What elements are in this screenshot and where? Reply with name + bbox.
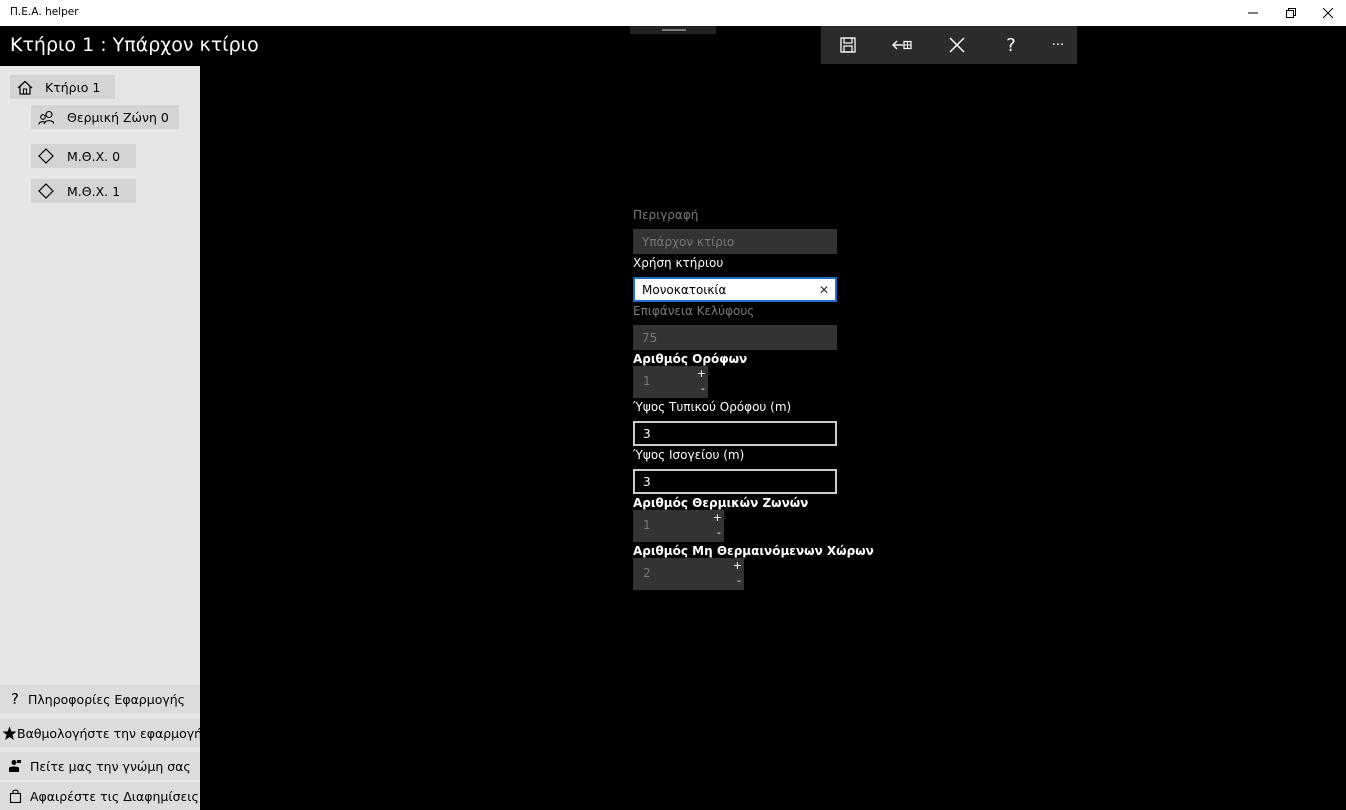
feedback-button[interactable]: Πείτε μας την γνώμη σας [0, 752, 200, 780]
app-info-label: Πληροφορίες Εφαρμογής [28, 691, 186, 707]
drag-handle[interactable] [630, 26, 716, 34]
feedback-label: Πείτε μας την γνώμη σας [30, 758, 191, 774]
floors-decrement-button[interactable]: - [701, 383, 705, 395]
remove-ads-label: Αφαιρέστε τις Διαφημίσεις [30, 788, 199, 804]
tree-item-mthx-1[interactable]: Μ.Θ.Χ. 1 [31, 179, 136, 203]
description-label: Περιγραφή [633, 208, 699, 222]
star-icon [2, 726, 17, 741]
minimize-button[interactable] [1235, 0, 1271, 26]
typical-floor-height-label: Ύψος Τυπικού Ορόφου (m) [633, 400, 792, 414]
question-icon: ? [11, 690, 19, 708]
window-close-button[interactable] [1310, 0, 1346, 26]
save-icon [840, 37, 856, 53]
floors-value: 1 [643, 374, 651, 388]
window-close-icon [1323, 8, 1333, 18]
typical-floor-height-input[interactable]: 3 [633, 421, 837, 446]
save-button[interactable] [824, 26, 872, 64]
rate-app-button[interactable]: Βαθμολογήστε την εφαρμογή [0, 719, 203, 747]
floors-stepper[interactable]: 1 + - [633, 366, 708, 398]
rate-app-label: Βαθμολογήστε την εφαρμογή [17, 725, 203, 741]
thermal-zones-value: 1 [643, 518, 651, 532]
tree-item-label: Μ.Θ.Χ. 0 [67, 148, 121, 164]
building-usage-label: Χρήση κτήριου [633, 256, 724, 270]
shell-area-label: Επιφάνεια Κελύφους [633, 304, 755, 318]
shell-area-value: 75 [642, 330, 658, 345]
ground-floor-height-input[interactable]: 3 [633, 469, 837, 494]
unheated-spaces-increment-button[interactable]: + [733, 560, 742, 572]
tree-item-thermal-zone[interactable]: Θερμική Ζώνη 0 [31, 105, 179, 129]
help-icon: ? [1006, 34, 1016, 56]
app-info-button[interactable]: ? Πληροφορίες Εφαρμογής [0, 685, 200, 713]
minimize-icon [1248, 12, 1258, 14]
close-icon [949, 37, 965, 53]
tree-item-label: Μ.Θ.Χ. 1 [67, 183, 121, 199]
ground-floor-height-label: Ύψος Ισογείου (m) [633, 448, 745, 462]
more-icon: ··· [1051, 37, 1065, 53]
bag-icon [2, 789, 28, 803]
remove-ads-button[interactable]: Αφαιρέστε τις Διαφημίσεις [0, 782, 200, 810]
typical-floor-height-value: 3 [643, 426, 651, 441]
ground-floor-height-value: 3 [643, 474, 651, 489]
thermal-zones-stepper[interactable]: 1 + - [633, 510, 724, 542]
unheated-spaces-label: Αριθμός Μη Θερμαινόμενων Χώρων [633, 544, 874, 558]
back-button[interactable] [878, 26, 926, 64]
clear-icon[interactable]: ✕ [819, 283, 829, 297]
people-icon [31, 110, 61, 125]
diamond-icon [31, 183, 61, 199]
restore-icon [1286, 8, 1296, 18]
title-bar: Π.Ε.Α. helper [0, 0, 1346, 26]
description-field: Υπάρχον κτίριο [633, 229, 837, 254]
home-icon [10, 80, 40, 95]
shell-area-field: 75 [633, 325, 837, 350]
thermal-zones-decrement-button[interactable]: - [717, 527, 721, 539]
unheated-spaces-decrement-button[interactable]: - [737, 575, 741, 587]
building-usage-input[interactable]: Μονοκατοικία ✕ [633, 277, 837, 302]
tree-item-label: Κτήριο 1 [45, 79, 101, 95]
unheated-spaces-value: 2 [643, 566, 651, 580]
sidebar: Κτήριο 1 Θερμική Ζώνη 0 Μ.Θ.Χ. 0 Μ.Θ.Χ. … [0, 66, 203, 810]
building-usage-value: Μονοκατοικία [642, 282, 727, 297]
thermal-zones-label: Αριθμός Θερμικών Ζωνών [633, 496, 809, 510]
more-button[interactable]: ··· [1034, 26, 1082, 64]
close-button[interactable] [933, 26, 981, 64]
tree-item-mthx-0[interactable]: Μ.Θ.Χ. 0 [31, 144, 136, 168]
restore-button[interactable] [1273, 0, 1309, 26]
tree-item-label: Θερμική Ζώνη 0 [67, 109, 169, 125]
feedback-icon [2, 759, 28, 773]
help-button[interactable]: ? [987, 26, 1035, 64]
description-value: Υπάρχον κτίριο [642, 234, 735, 249]
unheated-spaces-stepper[interactable]: 2 + - [633, 558, 744, 590]
floors-label: Αριθμός Ορόφων [633, 352, 748, 366]
app-title: Π.Ε.Α. helper [10, 6, 79, 18]
page-title: Κτήριο 1 : Υπάρχον κτίριο [10, 34, 259, 56]
diamond-icon [31, 148, 61, 164]
back-arrow-icon [892, 40, 912, 50]
floors-increment-button[interactable]: + [697, 368, 706, 380]
tree-item-building[interactable]: Κτήριο 1 [10, 75, 115, 99]
thermal-zones-increment-button[interactable]: + [713, 512, 722, 524]
command-bar: ? ··· [821, 26, 1077, 64]
